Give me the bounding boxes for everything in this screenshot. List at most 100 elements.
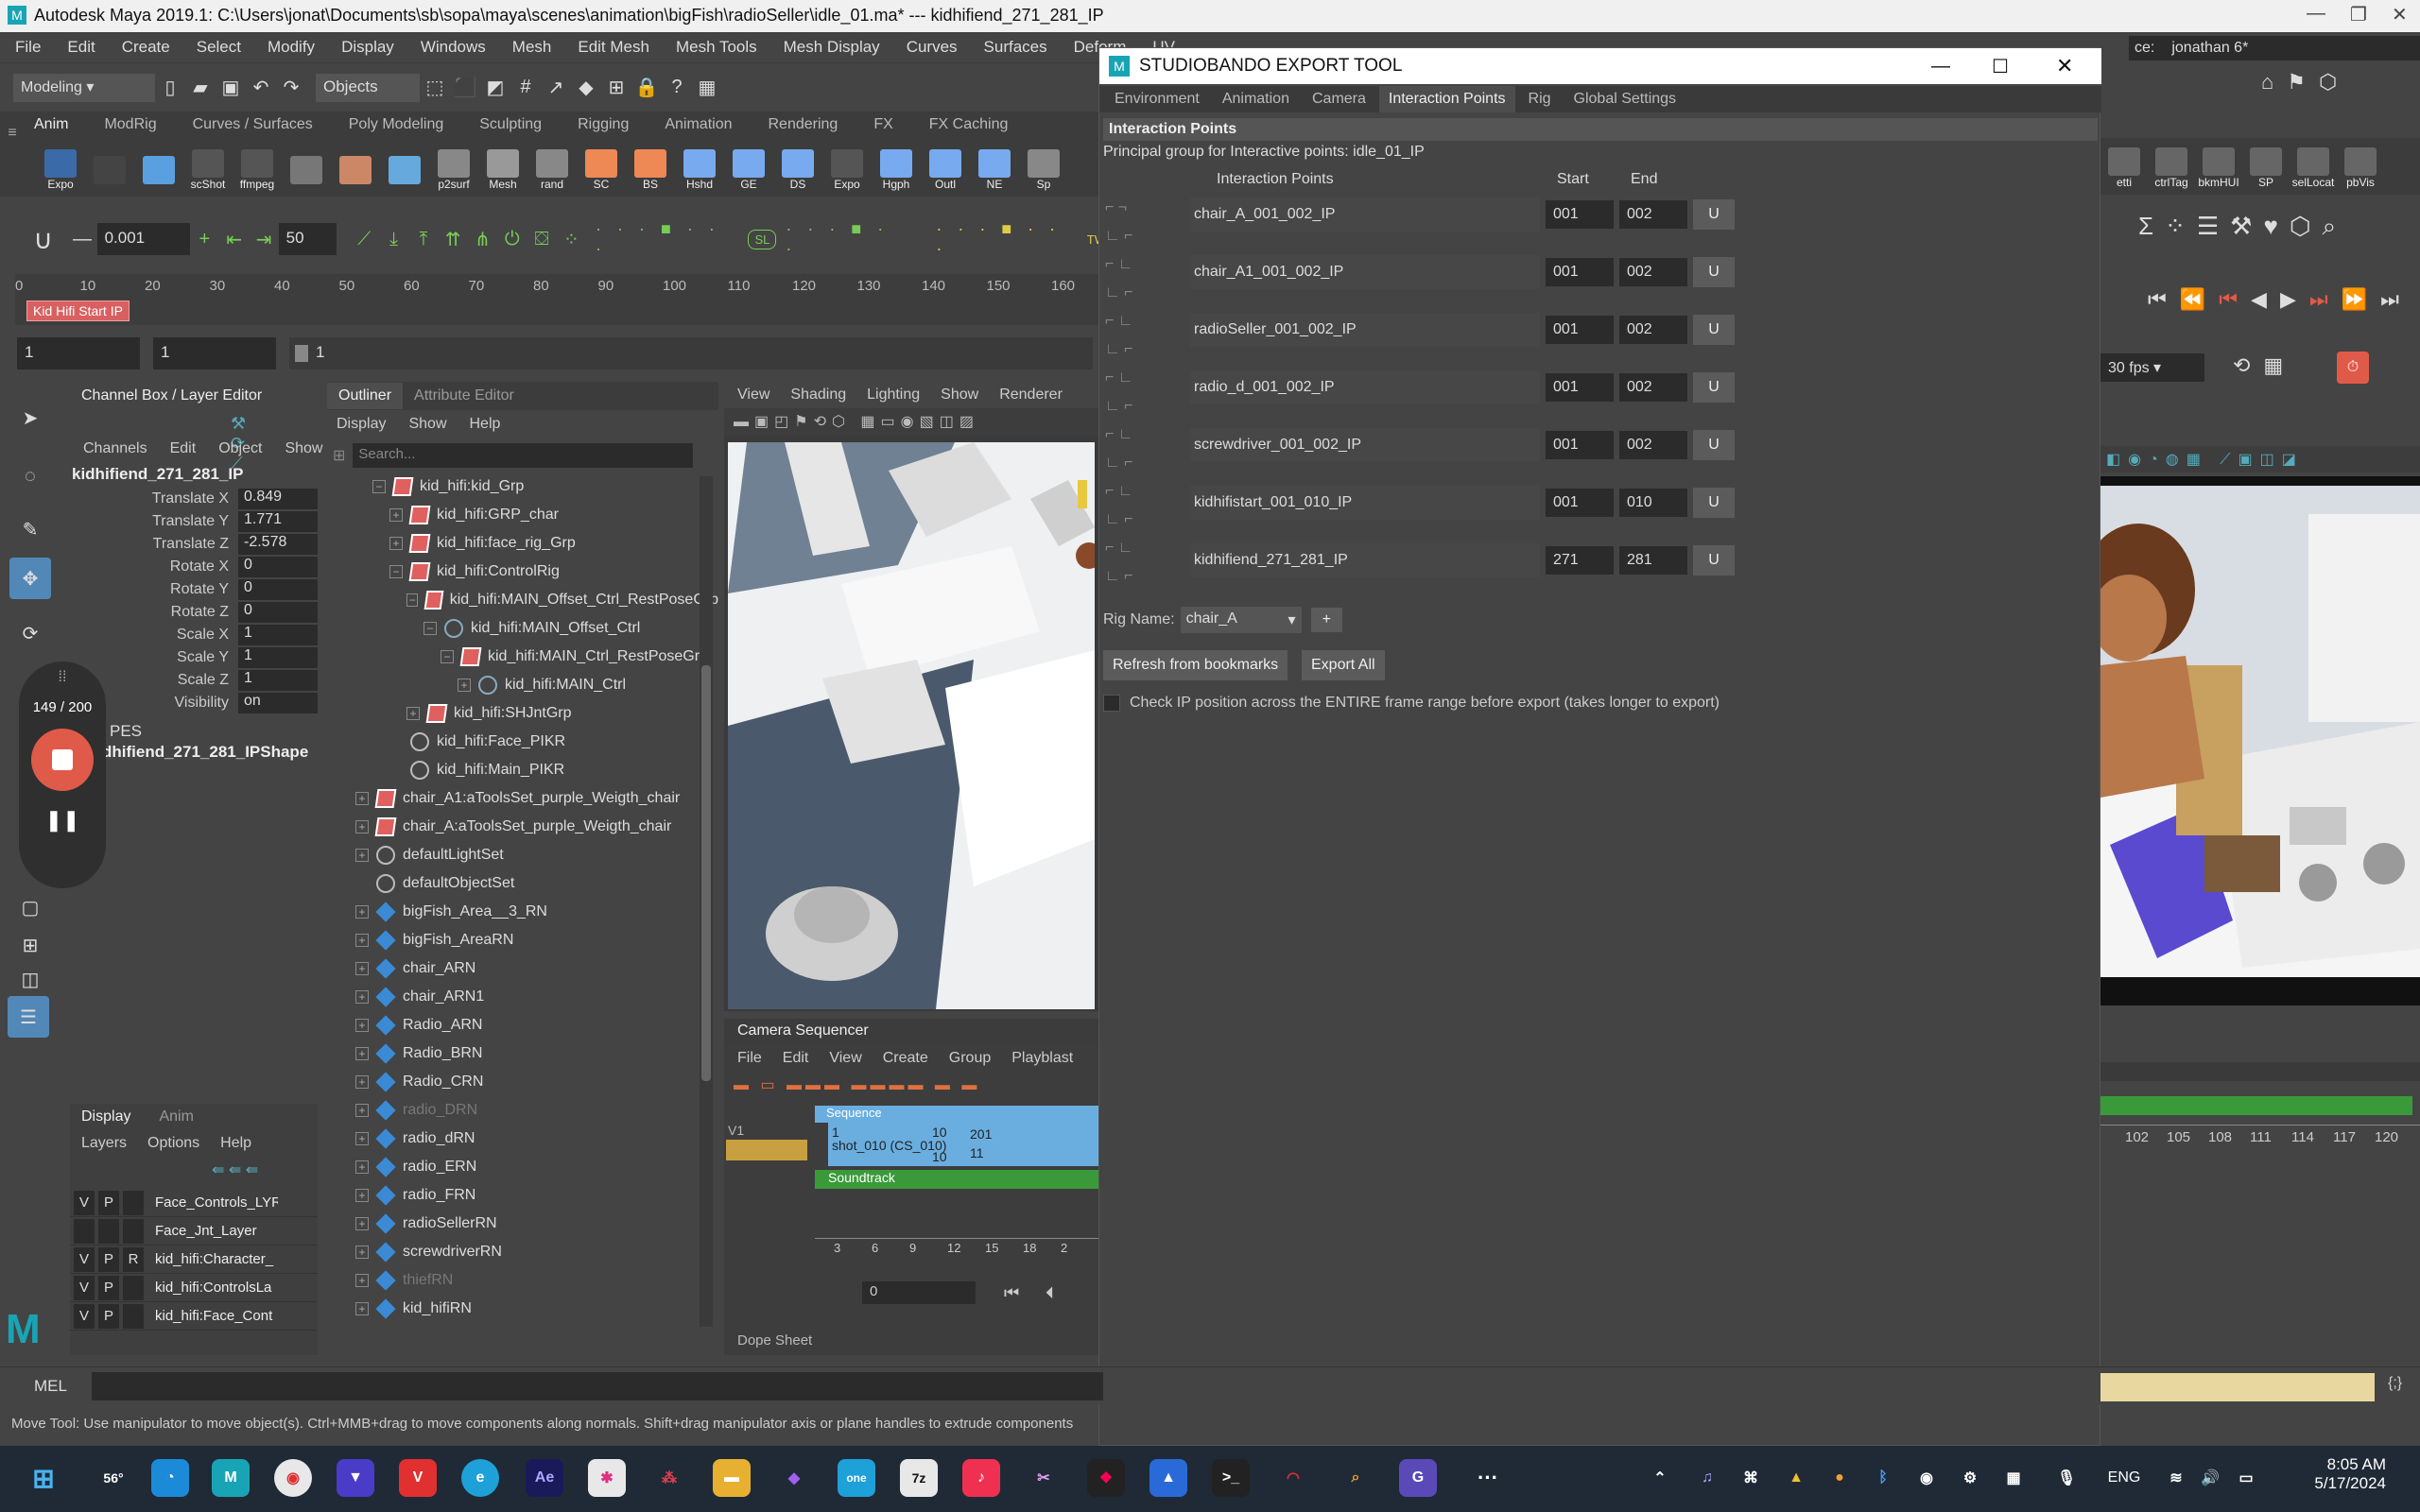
language-indicator[interactable]: ENG [2100,1459,2148,1497]
save-scene-icon[interactable]: ▣ [216,73,246,103]
drag-handle-icon[interactable]: ⁞⁞ [19,669,106,686]
terminal-icon[interactable]: >_ [1212,1459,1250,1497]
grid-value-field[interactable]: 50 [278,223,337,255]
select-mode-dropdown[interactable]: Objects [316,73,420,102]
paint-tool-icon[interactable]: ✎ [15,514,45,544]
ip-start-field[interactable]: 001 [1546,431,1614,459]
chrome-icon[interactable]: ◉ [274,1459,312,1497]
shelf-button-9[interactable]: Mesh [480,146,526,191]
layer-v-toggle[interactable]: V [74,1246,95,1272]
step-forward-key-icon[interactable]: ⏭ [2309,287,2328,312]
minus-icon[interactable]: — [67,224,96,254]
outliner-scroll-thumb[interactable] [701,665,711,1081]
step-back-frame-icon[interactable]: ⏪ [2180,287,2205,312]
key-tool-icon[interactable]: ⟋ [350,224,379,254]
snap-view-icon[interactable]: ⊞ [601,73,631,103]
ip-end-field[interactable]: 002 [1619,200,1687,229]
layer-menu-layers[interactable]: Layers [81,1135,127,1152]
outliner-item[interactable]: + chair_A1:aToolsSet_purple_Weigth_chair [327,784,718,813]
menu-display[interactable]: Display [341,32,394,57]
rotate-tool-icon[interactable]: ⟳ [15,618,45,648]
layer-row[interactable]: V P Rkid_hifi:Character_ [70,1246,318,1274]
layer-p-toggle[interactable]: P [98,1275,119,1300]
snap-curve-icon[interactable]: ↗ [541,73,571,103]
expand-toggle[interactable]: − [406,593,419,607]
right-shelf-button-5[interactable]: pbVis [2337,144,2384,189]
ip-end-field[interactable]: 002 [1619,316,1687,344]
sl-button[interactable]: SL [748,229,777,249]
viewport-menu-show[interactable]: Show [941,387,978,404]
ip-name[interactable]: kidhifiend_271_281_IP [1190,543,1391,577]
menu-modify[interactable]: Modify [268,32,315,57]
channel-menu-object[interactable]: Object [218,440,262,457]
channel-value[interactable]: on [238,693,318,713]
shelf-button-3[interactable]: scShot [185,146,231,191]
outliner-menu-help[interactable]: Help [470,416,501,433]
outliner-item[interactable]: + radio_DRN [327,1096,718,1125]
shelf-button-19[interactable]: NE [972,146,1017,191]
layer-r-toggle[interactable] [123,1275,144,1300]
sequencer-menu-create[interactable]: Create [883,1050,928,1067]
export-tab-camera[interactable]: Camera [1303,86,1375,112]
ip-update-button[interactable]: U [1693,315,1735,345]
key-flat-icon[interactable]: ⇈ [439,224,468,254]
shelf-button-18[interactable]: Outl [923,146,968,191]
export-tab-interaction-points[interactable]: Interaction Points [1378,86,1515,112]
outliner-scrollbar[interactable] [700,476,713,1327]
et-minimize-icon[interactable]: — [1931,56,1950,77]
more-apps-icon[interactable]: ··· [1469,1459,1507,1497]
menuset-dropdown[interactable]: Modeling ▾ [13,73,155,102]
expand-toggle[interactable]: + [406,707,420,720]
slack-icon[interactable]: ✱ [588,1459,626,1497]
layer-row[interactable]: Face_Jnt_Layer [70,1217,318,1246]
layer-tab-display[interactable]: Display [81,1108,130,1125]
shelf-tab-3[interactable]: Poly Modeling [349,112,444,133]
layer-row[interactable]: V P Face_Controls_LYR [70,1189,318,1217]
key-up-icon[interactable]: ⤒ [408,224,438,254]
channel-value[interactable]: 0.849 [238,489,318,509]
et-close-icon[interactable]: ✕ [2056,54,2073,78]
snip-icon[interactable]: ✂ [1025,1459,1063,1497]
layer-buttons[interactable]: ⇚ ⇚ ⇚ [70,1157,318,1183]
layer-r-toggle[interactable] [123,1218,144,1244]
go-to-end-icon[interactable]: ⏭ [2380,287,2399,312]
layer-v-toggle[interactable]: V [74,1275,95,1300]
layout-two-icon[interactable]: ◫ [15,964,45,994]
expand-toggle[interactable]: + [355,1274,369,1287]
outliner-tab-0[interactable]: Outliner [327,383,404,409]
menu-surfaces[interactable]: Surfaces [984,32,1047,57]
add-rig-button[interactable]: + [1310,608,1342,632]
shelf-button-2[interactable] [136,152,182,184]
step-forward-frame-icon[interactable]: ⏩ [2342,287,2367,312]
channel-value[interactable]: 0 [238,602,318,623]
tray-drive-icon[interactable]: ▲ [1777,1459,1815,1497]
ip-update-button[interactable]: U [1693,199,1735,230]
shelf-button-13[interactable]: Hshd [677,146,722,191]
layer-tab-anim[interactable]: Anim [159,1108,193,1125]
lasso-tool-icon[interactable]: ◌ [15,461,45,491]
right-tool-icons[interactable]: Σ⁘☰⚒♥⬡⌕ [2138,212,2347,242]
expand-toggle[interactable]: + [355,1104,369,1117]
select-object-icon[interactable]: ⬛ [450,73,480,103]
menu-file[interactable]: File [15,32,41,57]
onenote-icon[interactable]: one [838,1459,875,1497]
fps-dropdown[interactable]: 30 fps ▾ [2100,353,2204,382]
tray-app-6-icon[interactable]: ▦ [1995,1459,2032,1497]
layout-four-icon[interactable]: ⊞ [15,930,45,960]
shelf-tab-0[interactable]: Anim [34,112,68,133]
outliner-item[interactable]: + chair_A:aToolsSet_purple_Weigth_chair [327,813,718,841]
shelf-button-12[interactable]: BS [628,146,673,191]
ip-name[interactable]: radioSeller_001_002_IP [1190,313,1391,347]
export-tab-animation[interactable]: Animation [1213,86,1299,112]
tray-app-1-icon[interactable]: ♫ [1688,1459,1726,1497]
shelf-tab-8[interactable]: FX [873,112,892,133]
render-icon[interactable]: ▦ [692,73,722,103]
search-app-icon[interactable]: ◔ [151,1459,189,1497]
tray-chevron-icon[interactable]: ⌃ [1641,1459,1679,1497]
sequencer-frame-field[interactable]: 0 [862,1281,976,1304]
move-tool-icon[interactable]: ✥ [9,558,51,599]
key-spline-icon[interactable]: ⋔ [468,224,497,254]
ip-start-field[interactable]: 271 [1546,546,1614,575]
channel-row[interactable]: Scale Y 1 [70,646,321,669]
layer-menu-options[interactable]: Options [147,1135,199,1152]
